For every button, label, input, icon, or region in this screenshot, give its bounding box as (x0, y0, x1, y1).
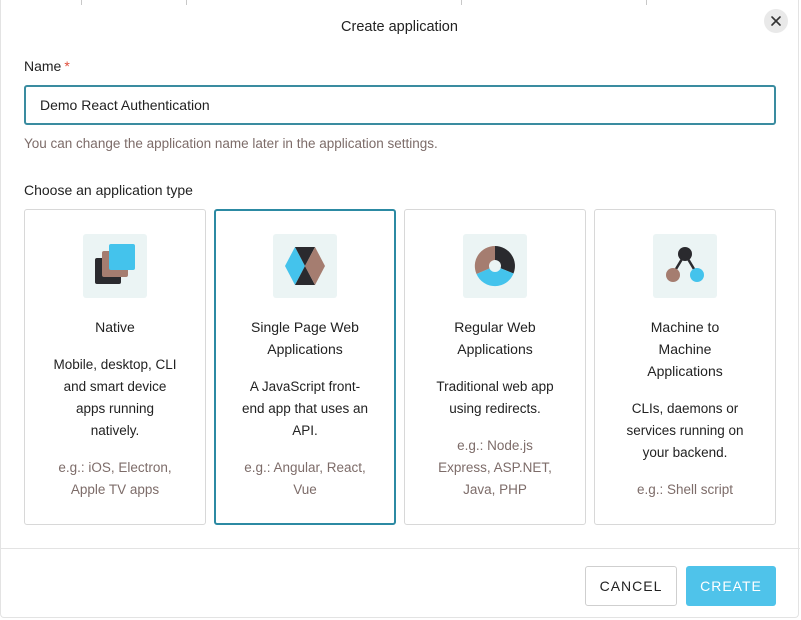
regular-web-app-icon (463, 234, 527, 298)
close-icon (771, 16, 781, 26)
card-title: Machine to Machine Applications (647, 319, 723, 379)
create-application-dialog: Create application Name* You can change … (0, 0, 800, 618)
create-button[interactable]: CREATE (686, 566, 776, 606)
name-label-text: Name (24, 58, 62, 74)
cancel-button[interactable]: CANCEL (585, 566, 677, 606)
required-marker: * (64, 58, 70, 74)
app-type-card-native[interactable]: Native Mobile, desktop, CLI and smart de… (24, 209, 206, 525)
app-type-card-regular-web[interactable]: Regular Web Applications Traditional web… (404, 209, 586, 525)
card-description: A JavaScript front- end app that uses an… (241, 379, 369, 438)
name-hint: You can change the application name late… (24, 136, 438, 151)
close-button[interactable] (764, 9, 788, 33)
dialog-title: Create application (341, 19, 458, 35)
app-type-card-m2m[interactable]: Machine to Machine Applications CLIs, da… (594, 209, 776, 525)
card-examples: e.g.: Angular, React, Vue (244, 460, 366, 497)
card-description: Mobile, desktop, CLI and smart device ap… (53, 357, 177, 438)
card-examples: e.g.: Node.js Express, ASP.NET, Java, PH… (438, 438, 552, 497)
card-title: Native (95, 319, 135, 335)
application-type-options: Native Mobile, desktop, CLI and smart de… (24, 209, 776, 525)
card-examples: e.g.: Shell script (636, 482, 734, 497)
app-type-card-spa[interactable]: Single Page Web Applications A JavaScrip… (214, 209, 396, 525)
name-label: Name * (24, 58, 70, 74)
native-app-icon (83, 234, 147, 298)
footer-divider (1, 548, 800, 549)
card-title: Single Page Web Applications (251, 319, 359, 357)
application-name-input[interactable] (24, 85, 776, 125)
application-type-heading: Choose an application type (24, 182, 193, 198)
machine-to-machine-icon (653, 234, 717, 298)
card-description: Traditional web app using redirects. (436, 379, 554, 416)
spa-app-icon (273, 234, 337, 298)
card-description: CLIs, daemons or services running on you… (626, 401, 744, 460)
card-title: Regular Web Applications (454, 319, 536, 357)
card-examples: e.g.: iOS, Electron, Apple TV apps (58, 460, 172, 497)
